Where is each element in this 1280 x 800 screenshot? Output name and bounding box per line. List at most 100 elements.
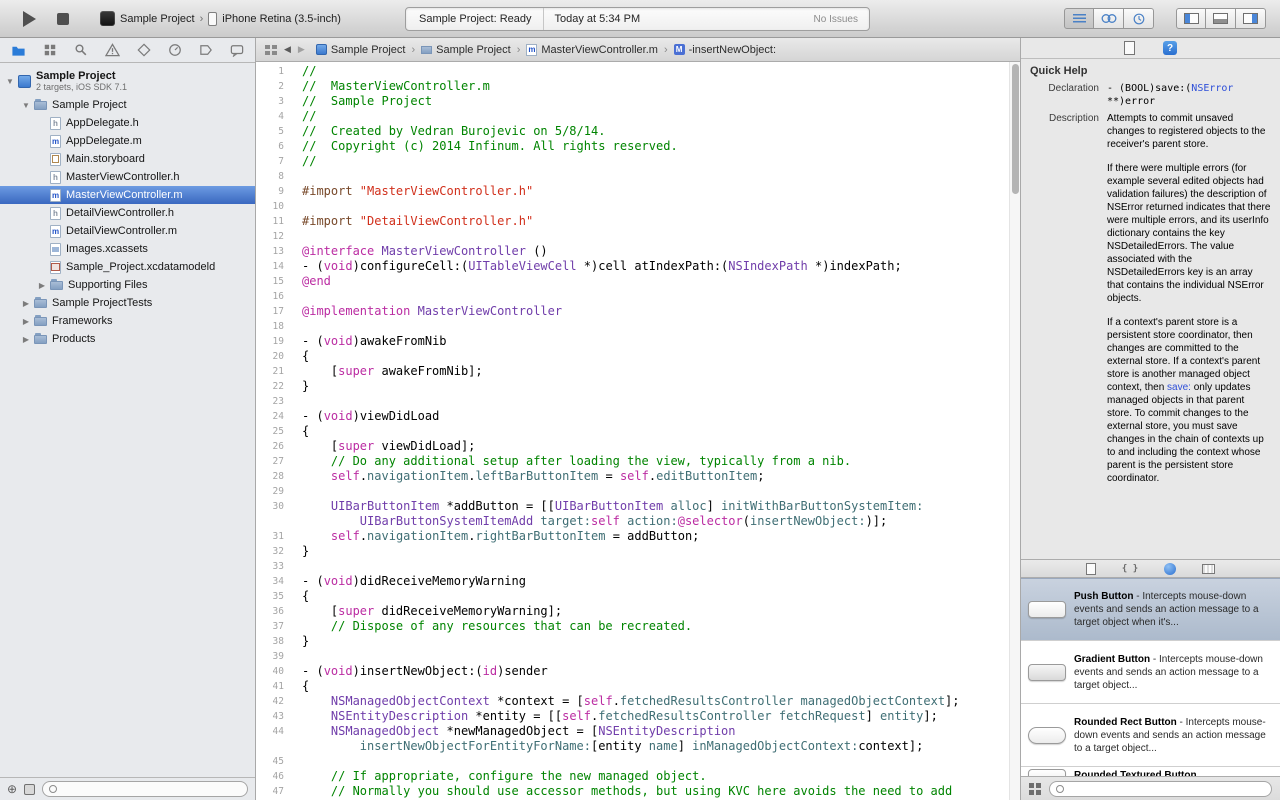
jump-bar: ◀ ▶ Sample Project›Sample Project›mMaste… [256, 38, 1020, 62]
breakpoint-navigator-button[interactable] [199, 44, 213, 56]
stop-button[interactable] [50, 7, 76, 31]
file-inspector-button[interactable] [1124, 41, 1135, 55]
back-button[interactable]: ◀ [284, 44, 291, 55]
navigator-item-label: Images.xcassets [66, 243, 148, 255]
search-navigator-button[interactable] [74, 43, 88, 57]
library-search-field[interactable] [1049, 781, 1272, 797]
rounded-textured-button-icon [1028, 769, 1066, 776]
library-item-rounded-rect-button[interactable]: Rounded Rect Button - Intercepts mouse-d… [1021, 704, 1280, 767]
code-line: 5// Created by Vedran Burojevic on 5/8/1… [256, 124, 1020, 139]
code-line: 17@implementation MasterViewController [256, 304, 1020, 319]
quick-help-section: Quick Help Declaration - (BOOL)save:(NSE… [1021, 59, 1280, 559]
add-file-button[interactable]: ⊕ [7, 783, 17, 795]
code-line: 39 [256, 649, 1020, 664]
issue-navigator-button[interactable] [105, 43, 120, 57]
navigator-item-appdelegate-m[interactable]: mAppDelegate.m [0, 132, 255, 150]
forward-button[interactable]: ▶ [298, 44, 305, 55]
disclosure-triangle-icon[interactable]: ▼ [4, 77, 16, 86]
navigator-panel-icon [1184, 13, 1199, 24]
standard-editor-button[interactable] [1064, 8, 1094, 29]
code-line: 20{ [256, 349, 1020, 364]
library-item-rounded-textured-button[interactable]: Rounded Textured Button [1021, 767, 1280, 776]
object-library-button[interactable] [1164, 563, 1176, 575]
library-grid-view-icon[interactable] [1029, 783, 1041, 795]
disclosure-triangle-icon[interactable]: ▶ [36, 281, 48, 290]
activity-status-text: Sample Project: Ready [419, 13, 532, 25]
debug-navigator-button[interactable] [168, 43, 182, 57]
file-template-library-button[interactable] [1086, 563, 1096, 575]
disclosure-triangle-icon[interactable]: ▶ [20, 335, 32, 344]
disclosure-triangle-icon[interactable]: ▶ [20, 317, 32, 326]
version-editor-button[interactable] [1124, 8, 1154, 29]
library-list: Push Button - Intercepts mouse-down even… [1021, 578, 1280, 776]
media-library-button[interactable] [1202, 564, 1215, 574]
xcode-window: Sample Project › iPhone Retina (3.5-inch… [0, 0, 1280, 800]
jumpbar-segment-insertnewobject[interactable]: M-insertNewObject: [674, 44, 776, 56]
navigator-filter-field[interactable] [42, 781, 248, 797]
jumpbar-segment-masterviewcontroller-m[interactable]: mMasterViewController.m [526, 44, 658, 56]
code-line: 15@end [256, 274, 1020, 289]
inspector-selector-bar: ? [1021, 38, 1280, 59]
scheme-project-label: Sample Project [120, 13, 195, 25]
editor-scrollbar[interactable] [1009, 62, 1020, 800]
project-navigator-button[interactable] [11, 43, 26, 58]
navigator-item-supporting-files[interactable]: ▶Supporting Files [0, 276, 255, 294]
code-line: 6// Copyright (c) 2014 Infinum. All righ… [256, 139, 1020, 154]
test-navigator-button[interactable] [137, 43, 151, 57]
quick-help-title: Quick Help [1021, 59, 1280, 82]
navigator-item-masterviewcontroller-m[interactable]: mMasterViewController.m [0, 186, 255, 204]
jumpbar-segment-sample-project[interactable]: Sample Project [421, 44, 511, 56]
run-button[interactable] [16, 7, 42, 31]
navigator-item-sample-project[interactable]: ▼Sample Project2 targets, iOS SDK 7.1 [0, 66, 255, 96]
code-line: 21 [super awakeFromNib]; [256, 364, 1020, 379]
jumpbar-segment-sample-project[interactable]: Sample Project [316, 44, 406, 56]
library-item-text: Rounded Rect Button - Intercepts mouse-d… [1074, 716, 1272, 755]
code-line: 35{ [256, 589, 1020, 604]
related-items-icon[interactable] [265, 45, 277, 55]
navigator-selector-bar [0, 38, 255, 63]
project-icon [316, 44, 327, 55]
source-editor[interactable]: 1//2// MasterViewController.m3// Sample … [256, 62, 1020, 800]
chevron-right-icon: › [200, 13, 204, 25]
navigator-item-sample-project[interactable]: ▼Sample Project [0, 96, 255, 114]
library-item-gradient-button[interactable]: Gradient Button - Intercepts mouse-down … [1021, 641, 1280, 704]
toggle-debug-area-button[interactable] [1206, 8, 1236, 29]
navigator-item-label: Frameworks [52, 315, 113, 327]
debug-area-icon [1213, 13, 1228, 24]
code-line: insertNewObjectForEntityForName:[entity … [256, 739, 1020, 754]
description-value: Attempts to commit unsaved changes to re… [1107, 112, 1271, 496]
stop-icon [57, 13, 69, 25]
navigator-item-label: Sample ProjectTests [52, 297, 152, 309]
navigator-item-sample-projecttests[interactable]: ▶ Sample ProjectTests [0, 294, 255, 312]
navigator-item-sample-project-xcdatamodeld[interactable]: Sample_Project.xcdatamodeld [0, 258, 255, 276]
navigator-item-label: AppDelegate.h [66, 117, 139, 129]
recent-files-icon[interactable] [24, 784, 35, 795]
navigator-item-appdelegate-h[interactable]: hAppDelegate.h [0, 114, 255, 132]
quick-help-inspector-button[interactable]: ? [1163, 41, 1177, 55]
disclosure-triangle-icon[interactable]: ▼ [20, 101, 32, 110]
disclosure-triangle-icon[interactable]: ▶ [20, 299, 32, 308]
code-line: 26 [super viewDidLoad]; [256, 439, 1020, 454]
toggle-utilities-button[interactable] [1236, 8, 1266, 29]
code-line: 16 [256, 289, 1020, 304]
navigator-item-frameworks[interactable]: ▶ Frameworks [0, 312, 255, 330]
navigator-item-images-xcassets[interactable]: Images.xcassets [0, 240, 255, 258]
navigator-item-masterviewcontroller-h[interactable]: hMasterViewController.h [0, 168, 255, 186]
navigator-item-main-storyboard[interactable]: Main.storyboard [0, 150, 255, 168]
code-snippet-library-button[interactable]: { } [1122, 564, 1138, 574]
toggle-navigator-button[interactable] [1176, 8, 1206, 29]
editor-scrollbar-thumb[interactable] [1012, 64, 1019, 194]
log-navigator-button[interactable] [230, 44, 244, 57]
library-item-push-button[interactable]: Push Button - Intercepts mouse-down even… [1021, 578, 1280, 641]
navigator-item-detailviewcontroller-h[interactable]: hDetailViewController.h [0, 204, 255, 222]
navigator-item-products[interactable]: ▶Products [0, 330, 255, 348]
code-line: 18 [256, 319, 1020, 334]
code-line: 32} [256, 544, 1020, 559]
assistant-editor-button[interactable] [1094, 8, 1124, 29]
symbol-navigator-button[interactable] [43, 43, 57, 57]
scheme-selector[interactable]: Sample Project › iPhone Retina (3.5-inch… [100, 11, 341, 26]
navigator-item-detailviewcontroller-m[interactable]: mDetailViewController.m [0, 222, 255, 240]
navigator-item-label: MasterViewController.h [66, 171, 180, 183]
code-line: 30 UIBarButtonItem *addButton = [[UIBarB… [256, 499, 1020, 514]
activity-time-text: Today at 5:34 PM [555, 13, 641, 25]
